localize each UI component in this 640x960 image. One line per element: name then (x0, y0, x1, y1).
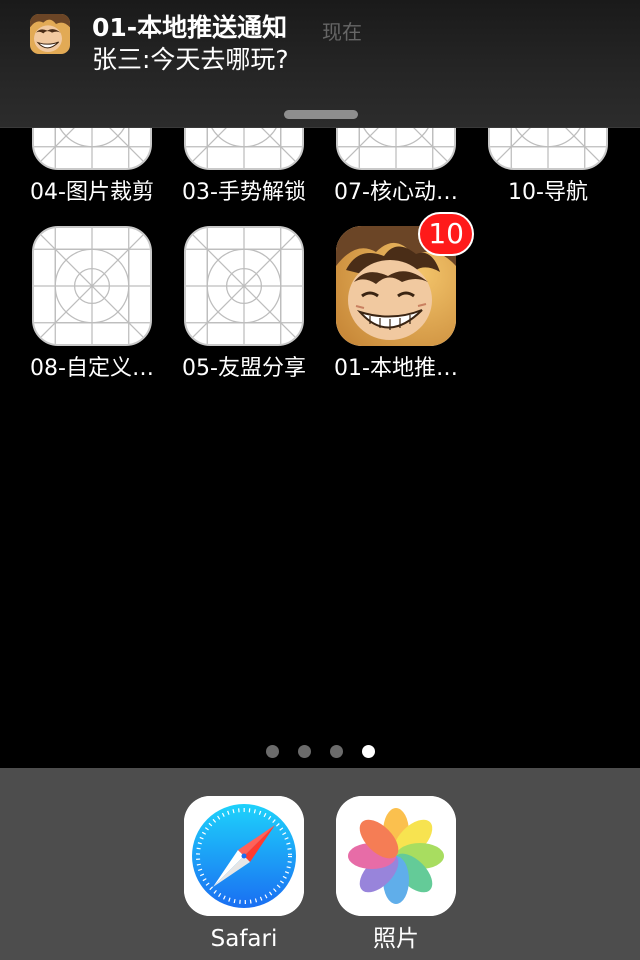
notification-badge: 10 (418, 212, 474, 256)
page-dot-current (362, 745, 375, 758)
app-icon-wrap (32, 226, 152, 346)
app-label: 08-自定义… (30, 356, 154, 381)
app-label: 照片 (373, 926, 419, 952)
page-dot (298, 745, 311, 758)
page-dot (330, 745, 343, 758)
app-label: Safari (210, 926, 278, 952)
app-icon-wrap: 10 (336, 212, 474, 346)
app-icon-wrap (336, 796, 456, 916)
app-01-local-push[interactable]: 10 01-本地推… (320, 212, 474, 382)
banner-grabber-handle[interactable] (284, 110, 358, 119)
app-08-custom[interactable]: 08-自定义… (16, 226, 168, 382)
page-indicator[interactable] (266, 745, 386, 759)
app-label: 10-导航 (508, 180, 588, 205)
luffy-avatar-icon (30, 14, 70, 54)
placeholder-app-icon (184, 226, 304, 346)
notification-banner[interactable]: 01-本地推送通知 现在 张三:今天去哪玩? (0, 0, 640, 128)
notification-message: 张三:今天去哪玩? (92, 45, 289, 74)
app-label: 01-本地推… (334, 356, 458, 381)
placeholder-app-icon (32, 226, 152, 346)
app-label: 03-手势解锁 (182, 180, 306, 205)
page-dot (266, 745, 279, 758)
safari-compass-icon (184, 796, 304, 916)
app-label: 05-友盟分享 (182, 356, 306, 381)
app-icon-wrap (184, 226, 304, 346)
dock-app-safari[interactable]: Safari (168, 796, 320, 952)
notification-title: 01-本地推送通知 (92, 13, 288, 42)
app-label: 07-核心动… (334, 180, 458, 205)
photos-flower-icon (336, 796, 456, 916)
dock: Safari 照片 (0, 768, 640, 960)
app-icon-wrap (184, 796, 304, 916)
notification-time: 现在 (322, 20, 362, 44)
dock-app-photos[interactable]: 照片 (320, 796, 472, 952)
app-05-umeng-share[interactable]: 05-友盟分享 (168, 226, 320, 382)
app-label: 04-图片裁剪 (30, 180, 154, 205)
